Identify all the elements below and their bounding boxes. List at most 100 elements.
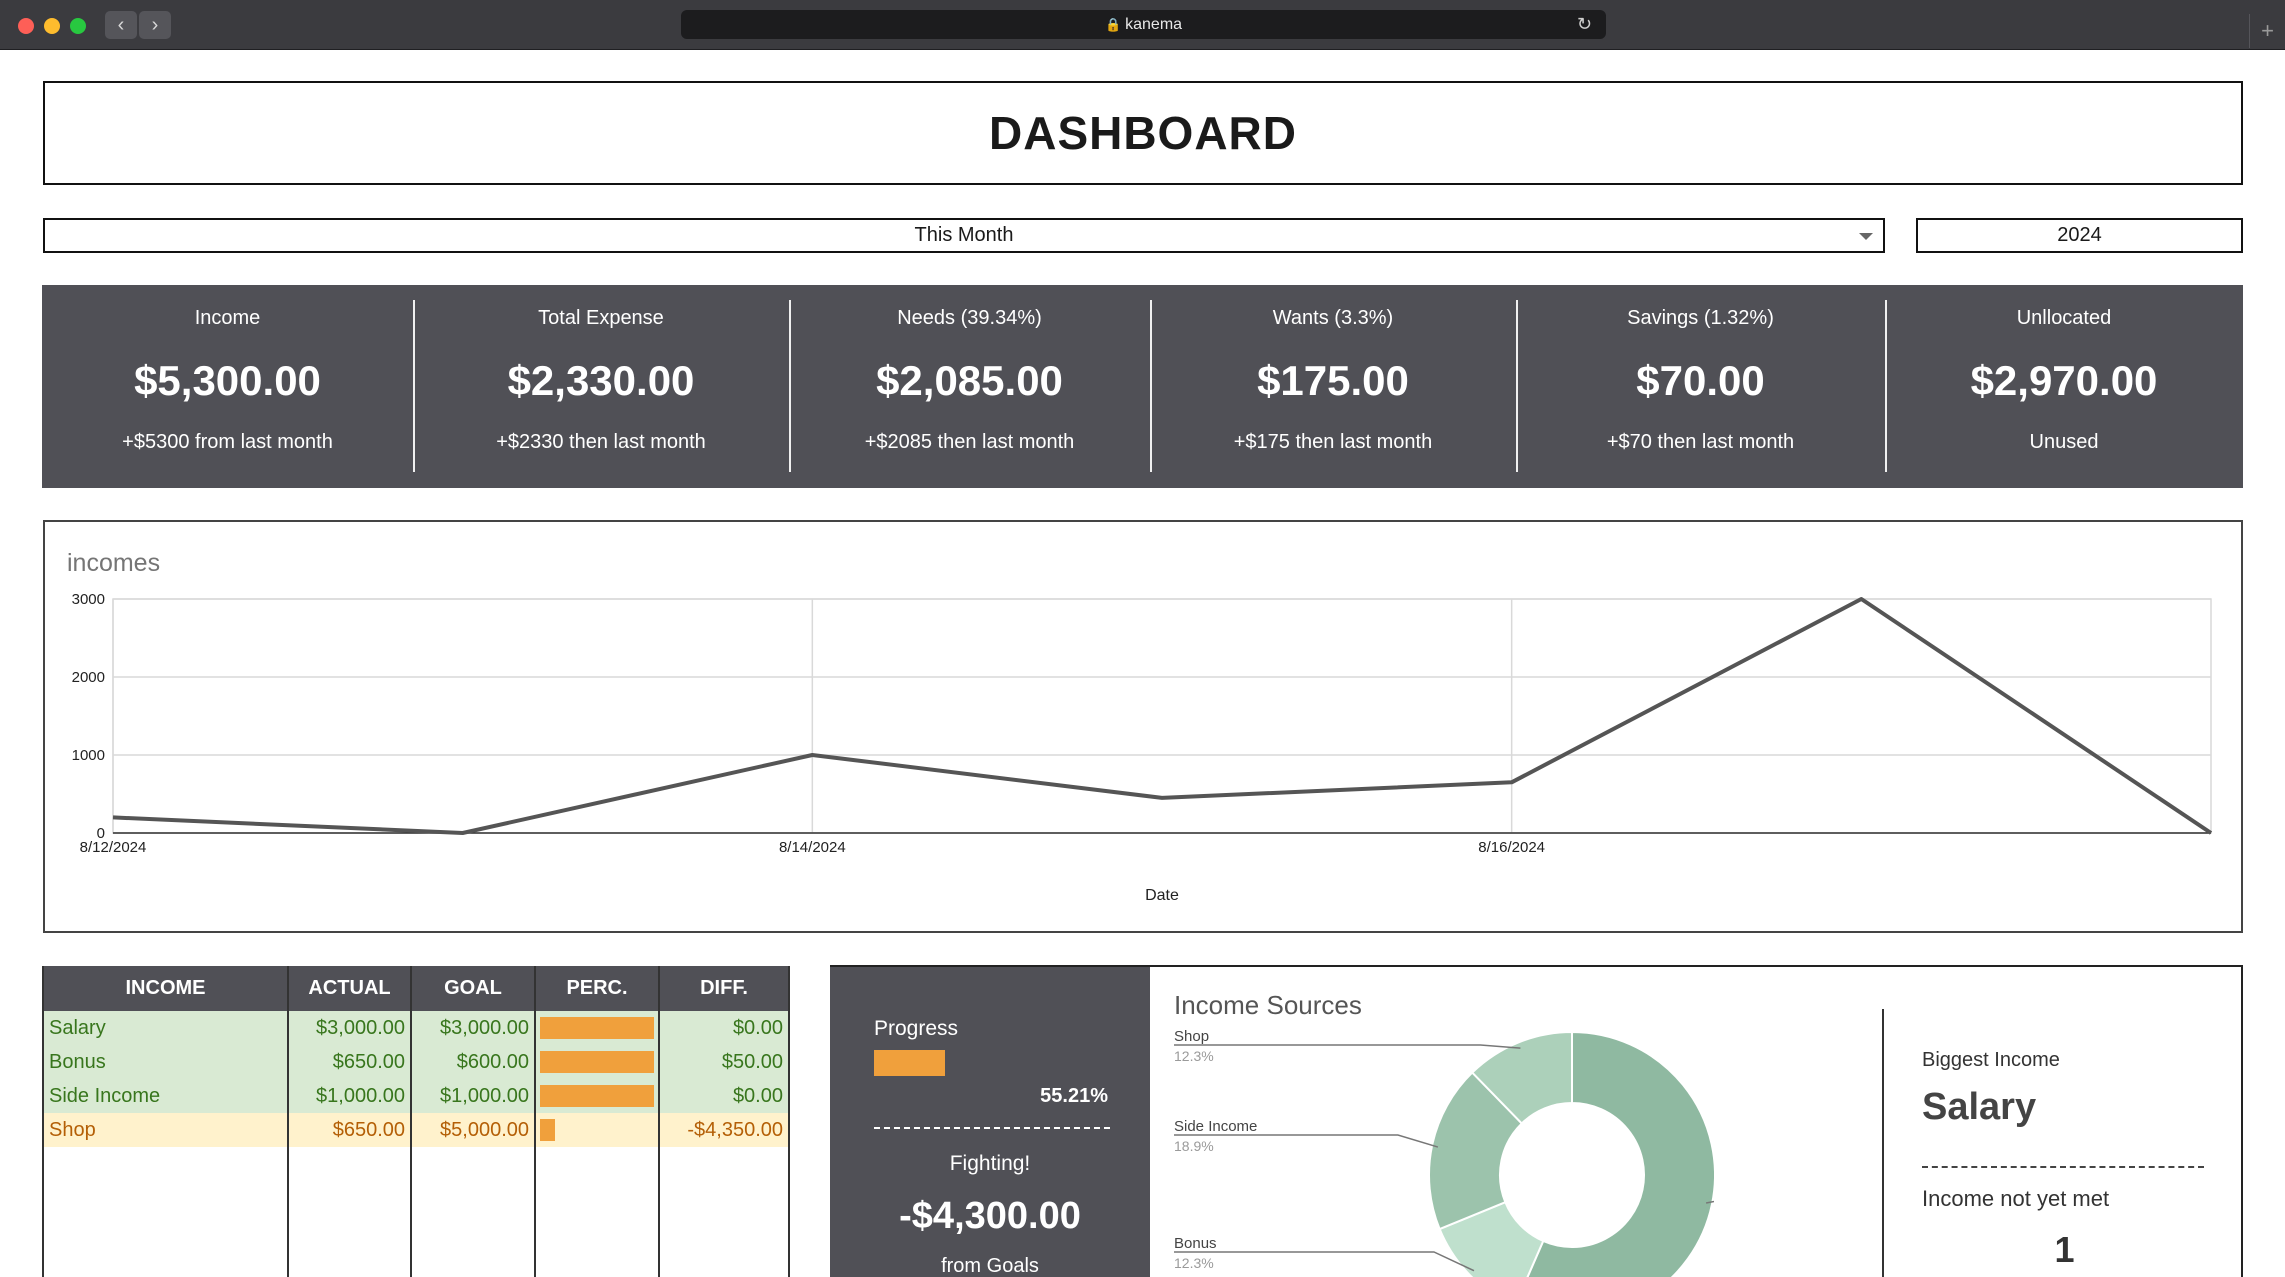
empty-cell	[44, 1181, 289, 1215]
page-title: DASHBOARD	[989, 107, 1297, 159]
empty-cell	[659, 1147, 788, 1181]
dashboard-title-box: DASHBOARD	[43, 81, 2243, 185]
kpi-total-expense: Total Expense $2,330.00 +$2330 then last…	[413, 285, 789, 488]
empty-cell	[44, 1215, 289, 1249]
table-row: Side Income $1,000.00 $1,000.00 $0.00	[44, 1079, 788, 1113]
empty-cell	[44, 1147, 289, 1181]
progress-card: Progress 55.21% Fighting! -$4,300.00 fro…	[830, 967, 1150, 1277]
empty-cell	[411, 1215, 536, 1249]
table-row: Bonus $650.00 $600.00 $50.00	[44, 1045, 788, 1079]
plus-icon: +	[2261, 18, 2274, 43]
progress-label: Progress	[874, 1017, 959, 1040]
maximize-window-button[interactable]	[70, 18, 86, 34]
kpi-income: Income $5,300.00 +$5300 from last month	[42, 285, 413, 488]
income-sources-donut: Salary56.6%Bonus12.3%Side Income18.9%Sho…	[1174, 1028, 1714, 1277]
empty-row	[44, 1249, 788, 1277]
period-dropdown[interactable]: This Month	[43, 218, 1885, 253]
empty-cell	[535, 1249, 660, 1277]
x-tick-label: 8/12/2024	[80, 839, 147, 856]
progress-bar	[874, 1050, 1002, 1076]
actual-cell: $650.00	[288, 1113, 412, 1147]
kpi-needs: Needs (39.34%) $2,085.00 +$2085 then las…	[789, 285, 1150, 488]
progress-percent: 55.21%	[1040, 1085, 1108, 1107]
slice-label: Bonus	[1174, 1235, 1217, 1252]
empty-row	[44, 1181, 788, 1215]
actual-cell: $3,000.00	[288, 1011, 412, 1045]
empty-cell	[659, 1249, 788, 1277]
divider	[874, 1127, 1110, 1129]
income-table: INCOME ACTUAL GOAL PERC. DIFF. Salary $3,…	[42, 966, 790, 1277]
kpi-label: Unllocated	[2016, 307, 2112, 329]
empty-cell	[411, 1249, 536, 1277]
kpi-value: $2,085.00	[876, 357, 1063, 404]
percent-bar-cell	[535, 1011, 660, 1045]
new-tab-button[interactable]: +	[2249, 14, 2285, 48]
biggest-income-card: Biggest Income Salary Income not yet met…	[1882, 1009, 2241, 1277]
empty-cell	[288, 1147, 412, 1181]
kpi-change: +$2330 then last month	[496, 431, 706, 453]
year-field[interactable]: 2024	[1916, 218, 2243, 253]
kpi-label: Income	[194, 307, 261, 329]
goal-cell: $600.00	[411, 1045, 536, 1079]
address-bar[interactable]: 🔒 kanema ↻	[681, 10, 1606, 39]
table-row: Salary $3,000.00 $3,000.00 $0.00	[44, 1011, 788, 1045]
empty-cell	[44, 1249, 289, 1277]
income-name-cell: Side Income	[44, 1079, 289, 1113]
income-summary-panel: Progress 55.21% Fighting! -$4,300.00 fro…	[830, 965, 2243, 1277]
kpi-label: Wants (3.3%)	[1272, 307, 1394, 329]
actual-cell: $650.00	[288, 1045, 412, 1079]
progress-amount: -$4,300.00	[899, 1195, 1081, 1237]
income-name-cell: Bonus	[44, 1045, 289, 1079]
income-not-met-label: Income not yet met	[1922, 1186, 2110, 1211]
chevron-right-icon: ›	[151, 14, 159, 36]
kpi-unallocated: Unllocated $2,970.00 Unused	[1885, 285, 2243, 488]
empty-cell	[411, 1147, 536, 1181]
close-window-button[interactable]	[18, 18, 34, 34]
kpi-label: Total Expense	[538, 307, 664, 329]
empty-cell	[288, 1249, 412, 1277]
slice-percent: 18.9%	[1174, 1138, 1214, 1154]
kpi-value: $175.00	[1257, 357, 1409, 404]
x-axis-label: Date	[1145, 887, 1179, 904]
forward-button[interactable]: ›	[139, 11, 171, 39]
leader-line	[1174, 1044, 1521, 1049]
period-value: This Month	[914, 224, 1014, 246]
empty-cell	[288, 1215, 412, 1249]
browser-toolbar: ‹ › 🔒 kanema ↻ +	[0, 0, 2285, 50]
dropdown-caret-icon[interactable]	[1859, 233, 1873, 240]
incomes-line-chart: 01000200030008/12/2024 8/14/2024 8/16/2024…	[72, 591, 2213, 904]
column-header: PERC.	[535, 966, 660, 1011]
diff-cell: $50.00	[659, 1045, 788, 1079]
kpi-wants: Wants (3.3%) $175.00 +$175 then last mon…	[1150, 285, 1516, 488]
kpi-value: $70.00	[1636, 357, 1765, 404]
column-header: DIFF.	[659, 966, 788, 1011]
kpi-change: +$175 then last month	[1233, 431, 1433, 453]
diff-cell: -$4,350.00	[659, 1113, 788, 1147]
empty-cell	[411, 1181, 536, 1215]
table-header-row: INCOME ACTUAL GOAL PERC. DIFF.	[44, 966, 788, 1011]
kpi-savings: Savings (1.32%) $70.00 +$70 then last mo…	[1516, 285, 1885, 488]
minimize-window-button[interactable]	[44, 18, 60, 34]
income-name-cell: Shop	[44, 1113, 289, 1147]
column-header: GOAL	[411, 966, 536, 1011]
slice-percent: 12.3%	[1174, 1048, 1214, 1064]
reload-icon[interactable]: ↻	[1577, 10, 1592, 39]
back-button[interactable]: ‹	[105, 11, 137, 39]
progress-bar-fill	[874, 1050, 945, 1076]
incomes-chart-panel: incomes 0 1000 2000 3000 8/12/2024 8/14/2024 8…	[43, 520, 2243, 933]
column-header: ACTUAL	[288, 966, 412, 1011]
percent-bar-cell	[535, 1079, 660, 1113]
y-tick-label: 3000	[72, 591, 105, 608]
kpi-change: Unused	[2029, 431, 2099, 453]
empty-cell	[535, 1147, 660, 1181]
percent-bar	[540, 1085, 654, 1107]
table-row: Shop $650.00 $5,000.00 -$4,350.00	[44, 1113, 788, 1147]
y-tick-label: 2000	[72, 669, 105, 686]
lock-icon: 🔒	[1104, 17, 1122, 32]
empty-row	[44, 1215, 788, 1249]
column-header: INCOME	[44, 966, 289, 1011]
year-value: 2024	[2057, 224, 2102, 246]
income-name-cell: Salary	[44, 1011, 289, 1045]
percent-bar-cell	[535, 1045, 660, 1079]
progress-from-text: from Goals	[941, 1255, 1039, 1277]
